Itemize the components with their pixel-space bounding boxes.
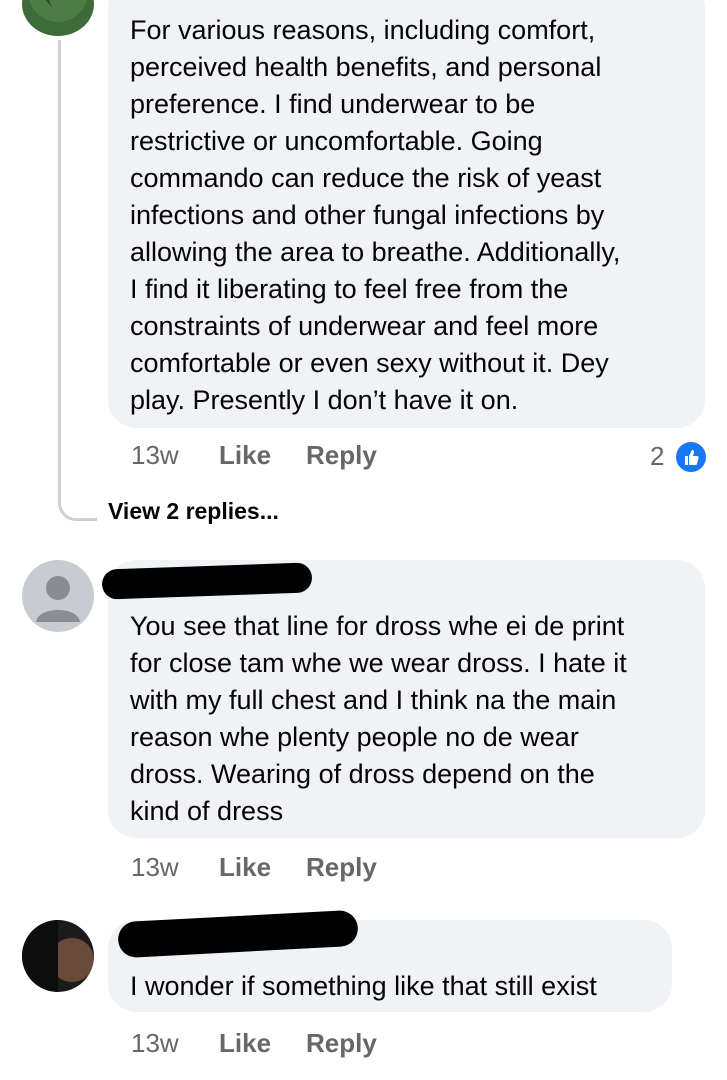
commenter-avatar[interactable] bbox=[22, 920, 94, 992]
reply-button[interactable]: Reply bbox=[306, 440, 377, 470]
like-button[interactable]: Like bbox=[219, 1028, 271, 1058]
commenter-avatar[interactable] bbox=[22, 0, 94, 36]
comment-timestamp[interactable]: 13w bbox=[131, 852, 179, 882]
comment-timestamp[interactable]: 13w bbox=[131, 1028, 179, 1058]
like-reaction-icon[interactable] bbox=[674, 440, 708, 474]
comment-text: For various reasons, including comfort, … bbox=[130, 15, 621, 415]
comment-text: You see that line for dross whe ei de pr… bbox=[130, 611, 627, 826]
like-button[interactable]: Like bbox=[219, 440, 271, 470]
like-button[interactable]: Like bbox=[219, 852, 271, 882]
reply-button[interactable]: Reply bbox=[306, 1028, 377, 1058]
comment-text: I wonder if something like that still ex… bbox=[130, 971, 597, 1001]
comment-timestamp[interactable]: 13w bbox=[131, 440, 179, 470]
reply-thread-line bbox=[58, 40, 97, 521]
reaction-count[interactable]: 2 bbox=[650, 441, 664, 472]
reply-button[interactable]: Reply bbox=[306, 852, 377, 882]
commenter-avatar-default[interactable] bbox=[22, 560, 94, 632]
view-replies-link[interactable]: View 2 replies... bbox=[108, 498, 279, 525]
comment-meta: 13w bbox=[131, 440, 179, 471]
